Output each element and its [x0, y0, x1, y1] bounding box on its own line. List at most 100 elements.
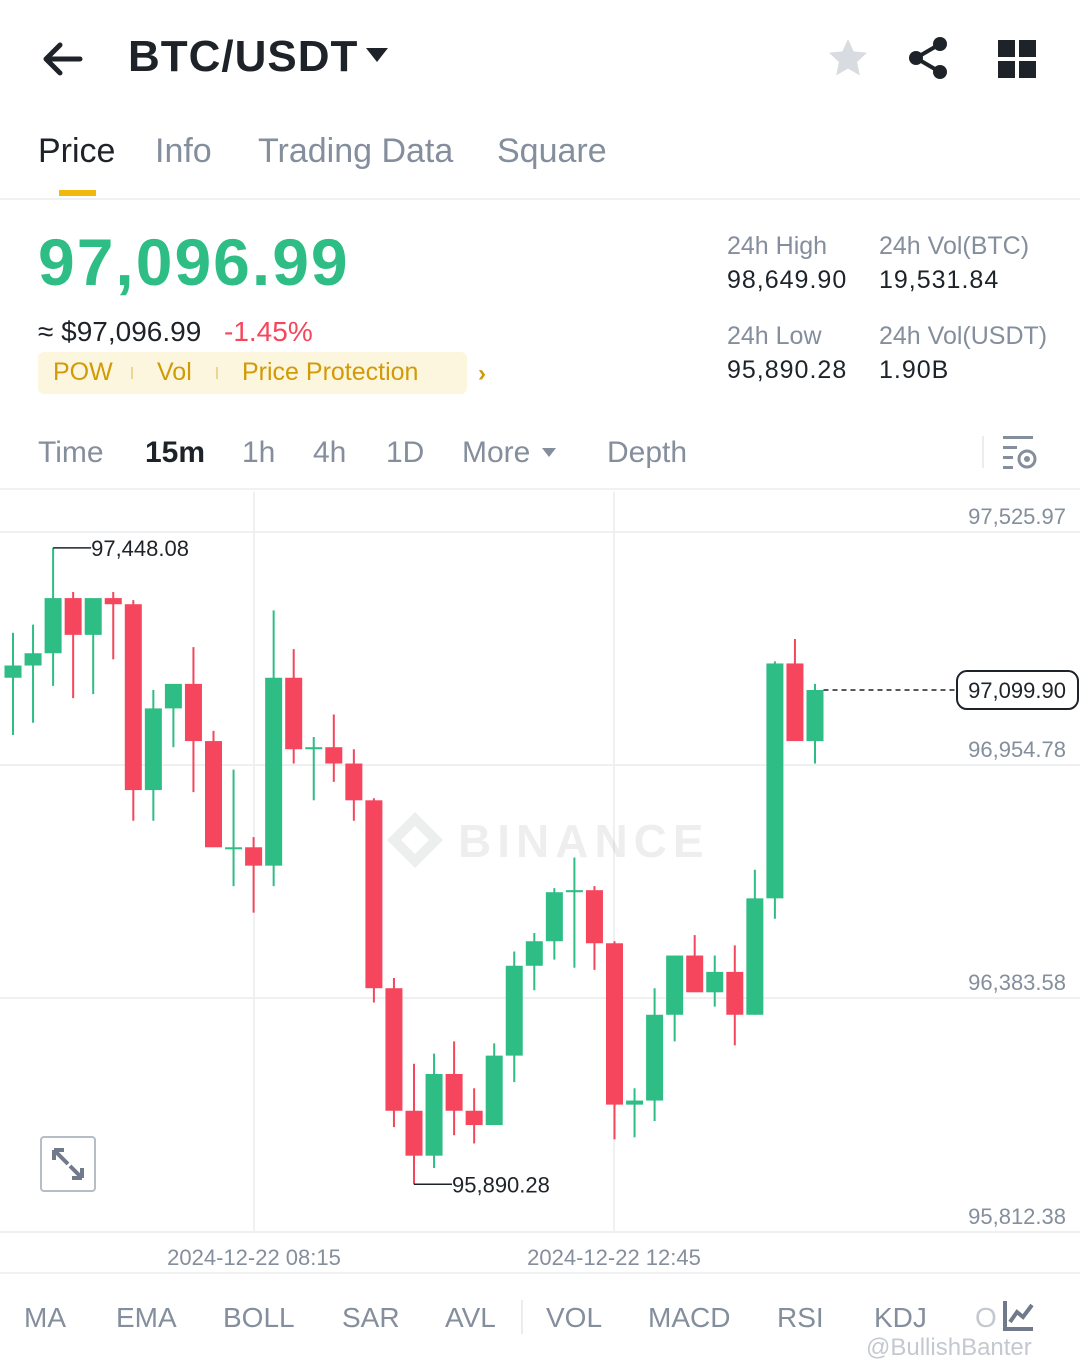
tab-square[interactable]: Square: [497, 132, 607, 171]
candle-body: [164, 683, 182, 709]
chart-canvas[interactable]: BINANCE 97,525.97 96,954.78 96,383.58 95,81…: [0, 492, 1080, 1272]
credit-watermark: @BullishBanter: [866, 1334, 1032, 1361]
candle-body: [44, 598, 62, 654]
candle-body: [285, 677, 303, 750]
candle-body: [606, 943, 623, 1105]
interval-more[interactable]: More: [462, 436, 530, 470]
expand-button[interactable]: [40, 1136, 96, 1192]
candle-body: [746, 898, 764, 1015]
tag-price-protection[interactable]: Price Protection: [242, 358, 418, 387]
indicator-rsi[interactable]: RSI: [777, 1302, 824, 1334]
interval-15m[interactable]: 15m: [145, 436, 205, 470]
candle-body: [205, 741, 222, 848]
high-price-label: 97,448.08: [91, 536, 189, 561]
candle-body: [646, 1014, 664, 1101]
y-axis-tick-label: 97,525.97: [968, 504, 1066, 529]
stat-vol-btc-label: 24h Vol(BTC): [879, 232, 1030, 260]
pair-title[interactable]: BTC/USDT: [128, 32, 358, 82]
interval-4h[interactable]: 4h: [313, 436, 346, 470]
candle-body: [184, 683, 202, 742]
divider: [982, 436, 984, 468]
interval-time[interactable]: Time: [38, 436, 104, 470]
interval-bar: Time 15m 1h 4h 1D More Depth: [0, 420, 1080, 490]
chevron-right-icon: ›: [478, 360, 486, 387]
indicator-macd[interactable]: MACD: [648, 1302, 730, 1334]
usd-price: ≈ $97,096.99: [38, 316, 202, 347]
stat-high-value: 98,649.90: [727, 266, 848, 294]
x-axis-tick-label: 2024-12-22 12:45: [527, 1245, 701, 1270]
candle-body: [425, 1073, 443, 1156]
interval-1h[interactable]: 1h: [242, 436, 275, 470]
stat-vol-usdt-label: 24h Vol(USDT): [879, 322, 1048, 350]
indicator-boll[interactable]: BOLL: [223, 1302, 295, 1334]
divider: [521, 1300, 523, 1334]
tag-bar[interactable]: POW Vol Price Protection ›: [38, 352, 486, 394]
caret-down-icon[interactable]: [362, 44, 392, 68]
candle-body: [405, 1110, 423, 1156]
candlestick-chart[interactable]: BINANCE 97,525.97 96,954.78 96,383.58 95,81…: [0, 492, 1080, 1272]
candle-body: [766, 663, 784, 899]
top-bar: BTC/USDT: [0, 0, 1080, 120]
share-icon[interactable]: [906, 36, 950, 80]
indicator-kdj[interactable]: KDJ: [874, 1302, 927, 1334]
candle-body: [84, 598, 102, 635]
indicator-more[interactable]: O: [975, 1302, 997, 1334]
grid-icon[interactable]: [996, 38, 1038, 80]
candle-body: [666, 955, 684, 1015]
back-arrow-icon[interactable]: [38, 36, 88, 82]
tag-divider: [216, 367, 218, 379]
y-axis-tick-label: 95,812.38: [968, 1204, 1066, 1229]
binance-watermark: BINANCE: [387, 812, 710, 868]
candle-body: [505, 965, 523, 1056]
candle-body: [64, 598, 82, 635]
chart-settings-icon[interactable]: [1000, 432, 1040, 472]
candle-body: [24, 653, 42, 666]
candle-body: [626, 1100, 644, 1105]
candle-body: [144, 708, 162, 791]
x-axis-tick-label: 2024-12-22 08:15: [167, 1245, 341, 1270]
tag-pow[interactable]: POW: [53, 358, 113, 387]
candle-body: [305, 747, 323, 750]
interval-depth[interactable]: Depth: [607, 436, 687, 470]
indicator-vol[interactable]: VOL: [546, 1302, 602, 1334]
candle-body: [4, 665, 22, 678]
candle-body: [565, 890, 583, 893]
interval-1d[interactable]: 1D: [386, 436, 424, 470]
current-price-label: 97,099.90: [968, 678, 1066, 703]
candle-body: [465, 1110, 483, 1126]
candle-body: [265, 677, 283, 866]
candle-body: [345, 763, 363, 801]
tag-vol[interactable]: Vol: [157, 358, 192, 387]
tab-price[interactable]: Price: [38, 132, 115, 171]
candle-body: [385, 988, 403, 1111]
active-tab-indicator: [59, 190, 96, 196]
candle-body: [365, 800, 383, 989]
y-axis-tick-label: 96,383.58: [968, 970, 1066, 995]
tab-info[interactable]: Info: [155, 132, 212, 171]
tab-trading-data[interactable]: Trading Data: [258, 132, 453, 171]
watermark-text: BINANCE: [458, 815, 710, 867]
candle-body: [806, 690, 824, 742]
candle-body: [686, 955, 704, 993]
stat-vol-btc-value: 19,531.84: [879, 266, 1000, 294]
caret-down-icon: [542, 448, 556, 457]
stat-high-label: 24h High: [727, 232, 828, 260]
candle-body: [525, 941, 543, 966]
indicator-avl[interactable]: AVL: [445, 1302, 496, 1334]
candle-body: [245, 847, 263, 866]
last-price: 97,096.99: [38, 225, 350, 299]
candle-body: [726, 971, 744, 1015]
main-tabs: Price Info Trading Data Square: [0, 120, 1080, 200]
indicator-ema[interactable]: EMA: [116, 1302, 177, 1334]
candle-body: [485, 1055, 503, 1126]
candle-body: [325, 747, 343, 764]
tag-divider: [131, 367, 133, 379]
expand-icon: [52, 1148, 84, 1180]
indicator-ma[interactable]: MA: [24, 1302, 66, 1334]
star-icon[interactable]: [826, 36, 870, 80]
indicator-edit-icon[interactable]: [1002, 1298, 1036, 1332]
stat-vol-usdt-value: 1.90B: [879, 356, 950, 384]
indicator-sar[interactable]: SAR: [342, 1302, 400, 1334]
stat-low-label: 24h Low: [727, 322, 822, 350]
candle-body: [104, 598, 122, 605]
